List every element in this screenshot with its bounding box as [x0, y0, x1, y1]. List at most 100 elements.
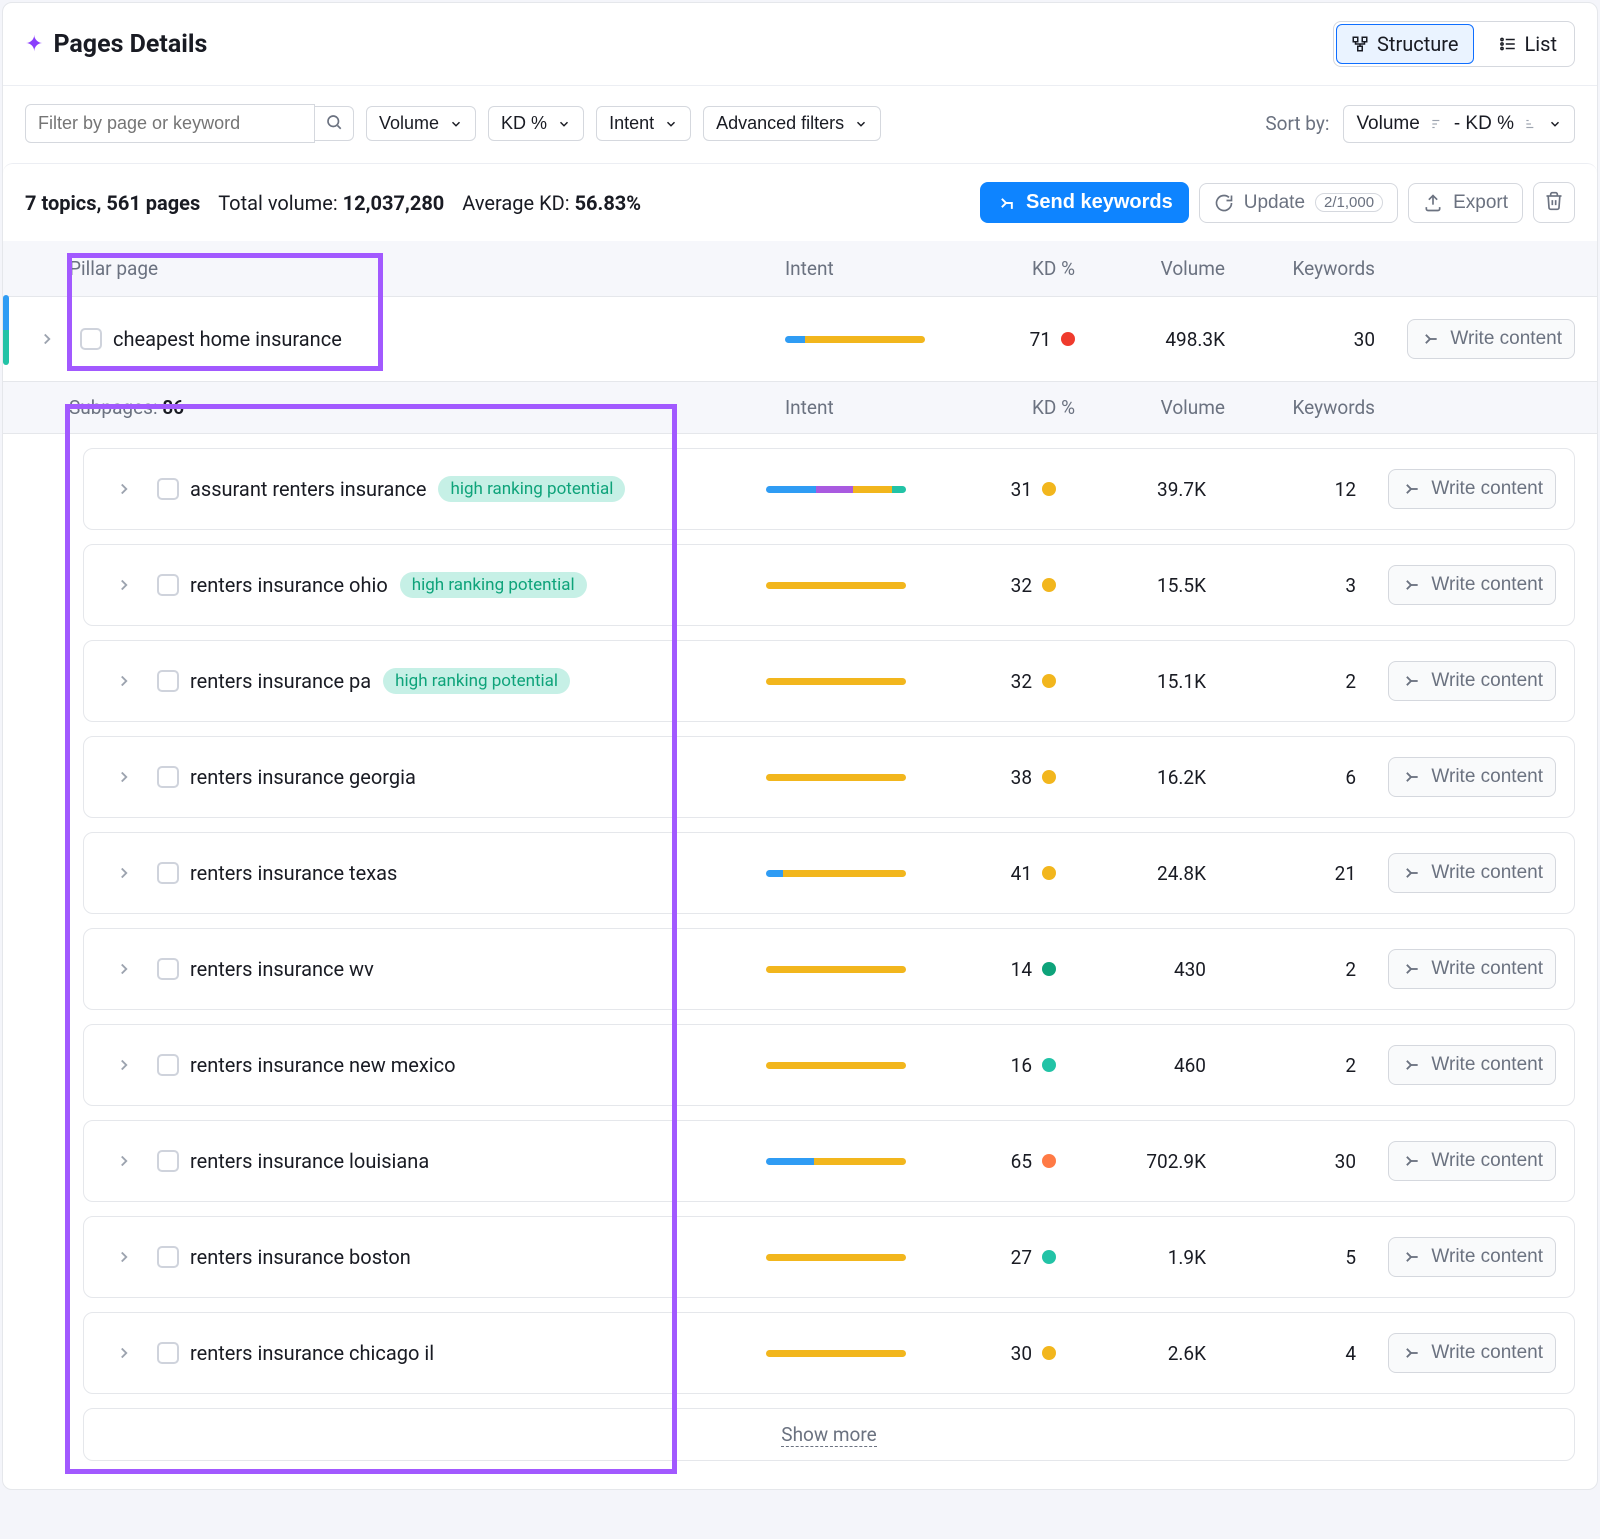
update-button[interactable]: Update 2/1,000	[1199, 183, 1398, 223]
chevron-right-icon[interactable]	[115, 576, 133, 594]
page-title: Pages Details	[53, 30, 207, 59]
sort-select[interactable]: Volume - KD %	[1343, 105, 1575, 143]
keywords-cell: 12	[1206, 478, 1356, 501]
sort-value-2: - KD %	[1454, 113, 1514, 135]
subpage-title[interactable]: renters insurance boston	[190, 1245, 766, 1269]
list-view-button[interactable]: List	[1484, 24, 1573, 64]
delete-button[interactable]	[1533, 182, 1575, 223]
row-checkbox[interactable]	[157, 1150, 179, 1172]
show-more-button[interactable]: Show more	[83, 1408, 1575, 1461]
chevron-down-icon	[557, 117, 571, 131]
kd-value: 27	[1011, 1246, 1032, 1269]
write-content-label: Write content	[1431, 1054, 1543, 1076]
write-content-button[interactable]: Write content	[1388, 1333, 1556, 1373]
subpage-card: renters insurance pa high ranking potent…	[83, 640, 1575, 722]
export-button[interactable]: Export	[1408, 183, 1523, 223]
write-content-button[interactable]: Write content	[1388, 1045, 1556, 1085]
row-checkbox[interactable]	[157, 478, 179, 500]
row-checkbox[interactable]	[157, 574, 179, 596]
kd-dot	[1042, 962, 1056, 976]
summary-bar: 7 topics, 561 pages Total volume: 12,037…	[3, 163, 1597, 241]
update-count: 2/1,000	[1315, 193, 1383, 212]
search-button[interactable]	[315, 106, 354, 141]
chevron-right-icon[interactable]	[115, 672, 133, 690]
arrow-forward-icon	[1401, 671, 1421, 691]
subpage-title[interactable]: renters insurance georgia	[190, 765, 766, 789]
row-checkbox[interactable]	[157, 1342, 179, 1364]
subpage-title[interactable]: renters insurance texas	[190, 861, 766, 885]
write-content-button[interactable]: Write content	[1388, 565, 1556, 605]
view-toggle: Structure List	[1333, 21, 1575, 67]
write-content-button[interactable]: Write content	[1388, 949, 1556, 989]
keywords-cell: 6	[1206, 766, 1356, 789]
row-checkbox[interactable]	[157, 1054, 179, 1076]
high-ranking-badge: high ranking potential	[383, 668, 570, 694]
avg-kd: Average KD: 56.83%	[462, 191, 641, 215]
volume-cell: 15.5K	[1056, 574, 1206, 597]
chevron-right-icon[interactable]	[115, 768, 133, 786]
subpage-title[interactable]: renters insurance wv	[190, 957, 766, 981]
intent-cell	[766, 582, 926, 589]
volume-filter[interactable]: Volume	[366, 106, 476, 141]
chevron-right-icon[interactable]	[115, 1344, 133, 1362]
row-checkbox[interactable]	[157, 862, 179, 884]
chevron-right-icon[interactable]	[38, 330, 56, 348]
table-row: renters insurance texas 41 24.8K 21 Writ…	[84, 833, 1574, 913]
intent-cell	[785, 336, 945, 343]
total-volume: Total volume: 12,037,280	[218, 191, 444, 215]
send-keywords-label: Send keywords	[1026, 191, 1173, 214]
pillar-title[interactable]: cheapest home insurance	[113, 327, 785, 351]
search-icon	[325, 113, 343, 131]
write-content-label: Write content	[1431, 862, 1543, 884]
table-row: renters insurance georgia 38 16.2K 6 Wri…	[84, 737, 1574, 817]
update-label: Update	[1244, 192, 1305, 214]
write-content-button[interactable]: Write content	[1388, 469, 1556, 509]
kd-cell: 65	[926, 1150, 1056, 1173]
chevron-right-icon[interactable]	[115, 864, 133, 882]
intent-filter[interactable]: Intent	[596, 106, 691, 141]
kd-filter-label: KD %	[501, 113, 547, 134]
refresh-icon	[1214, 193, 1234, 213]
col-volume: Volume	[1075, 257, 1225, 280]
write-content-button[interactable]: Write content	[1388, 1237, 1556, 1277]
write-content-label: Write content	[1431, 766, 1543, 788]
chevron-right-icon[interactable]	[115, 960, 133, 978]
subpage-title[interactable]: renters insurance louisiana	[190, 1149, 766, 1173]
chevron-right-icon[interactable]	[115, 1056, 133, 1074]
write-content-button[interactable]: Write content	[1388, 853, 1556, 893]
kd-filter[interactable]: KD %	[488, 106, 584, 141]
subpage-title[interactable]: renters insurance new mexico	[190, 1053, 766, 1077]
write-content-button[interactable]: Write content	[1388, 757, 1556, 797]
advanced-filter[interactable]: Advanced filters	[703, 106, 881, 141]
subpage-title[interactable]: assurant renters insurance high ranking …	[190, 476, 766, 502]
kd-cell: 38	[926, 766, 1056, 789]
intent-accent	[3, 295, 9, 365]
row-checkbox[interactable]	[157, 766, 179, 788]
intent-cell	[766, 774, 926, 781]
chevron-right-icon[interactable]	[115, 480, 133, 498]
kd-cell: 16	[926, 1054, 1056, 1077]
row-checkbox[interactable]	[157, 670, 179, 692]
write-content-label: Write content	[1431, 1342, 1543, 1364]
subpage-title[interactable]: renters insurance chicago il	[190, 1341, 766, 1365]
subpage-card: renters insurance chicago il 30 2.6K 4 W…	[83, 1312, 1575, 1394]
row-checkbox[interactable]	[157, 958, 179, 980]
col-volume: Volume	[1075, 396, 1225, 419]
kd-dot	[1042, 578, 1056, 592]
kd-value: 30	[1011, 1342, 1032, 1365]
col-intent: Intent	[785, 257, 945, 280]
write-content-button[interactable]: Write content	[1388, 1141, 1556, 1181]
arrow-forward-icon	[1401, 1247, 1421, 1267]
send-keywords-button[interactable]: Send keywords	[980, 182, 1189, 223]
chevron-right-icon[interactable]	[115, 1248, 133, 1266]
subpage-title[interactable]: renters insurance ohio high ranking pote…	[190, 572, 766, 598]
write-content-button[interactable]: Write content	[1388, 661, 1556, 701]
row-checkbox[interactable]	[80, 328, 102, 350]
subpage-title[interactable]: renters insurance pa high ranking potent…	[190, 668, 766, 694]
search-input[interactable]	[25, 104, 315, 143]
row-checkbox[interactable]	[157, 1246, 179, 1268]
pages-details-panel: ✦ Pages Details Structure List Volu	[2, 2, 1598, 1490]
structure-view-button[interactable]: Structure	[1336, 24, 1473, 64]
write-content-button[interactable]: Write content	[1407, 319, 1575, 359]
chevron-right-icon[interactable]	[115, 1152, 133, 1170]
